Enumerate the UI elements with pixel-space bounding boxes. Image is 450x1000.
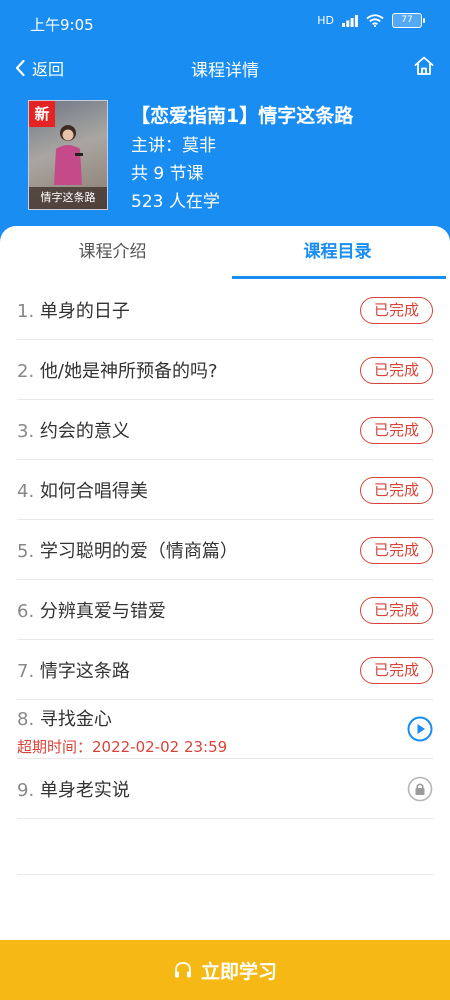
headphones-icon (174, 962, 191, 978)
content-card: 课程介绍 课程目录 1. 单身的日子 已完成 2. 他/她是神所预备的吗? 已完… (0, 226, 450, 1000)
start-learning-button[interactable]: 立即学习 (0, 940, 450, 1000)
lesson-name: 如何合唱得美 (39, 481, 148, 502)
status-icons: HD 77 (317, 13, 425, 28)
signal-icon (342, 14, 358, 27)
lesson-number: 3. (17, 421, 35, 442)
lesson-row[interactable]: 4. 如何合唱得美 已完成 (17, 460, 433, 520)
home-icon (414, 56, 434, 75)
lesson-row[interactable]: 5. 学习聪明的爱（情商篇） 已完成 (17, 520, 433, 580)
active-tab-indicator (232, 276, 446, 279)
completed-badge: 已完成 (360, 537, 433, 564)
lesson-number: 6. (17, 601, 35, 622)
tab-course-intro[interactable]: 课程介绍 (0, 226, 225, 280)
lesson-name: 约会的意义 (39, 421, 130, 442)
lesson-row[interactable]: 6. 分辨真爱与错爱 已完成 (17, 580, 433, 640)
lesson-row[interactable]: 9. 单身老实说 (17, 759, 433, 819)
lesson-number: 4. (17, 481, 35, 502)
lesson-name: 情字这条路 (39, 661, 130, 682)
lesson-number: 1. (17, 301, 35, 322)
cover-title: 情字这条路 (29, 187, 107, 209)
lesson-title: 3. 约会的意义 (17, 417, 130, 443)
lesson-row[interactable]: 8. 寻找金心 超期时间：2022-02-02 23:59 (17, 700, 433, 759)
nav-bar: 返回 课程详情 (0, 46, 450, 90)
lesson-number: 7. (17, 661, 35, 682)
list-end-divider (17, 874, 433, 875)
course-title: 【恋爱指南1】情字这条路 (131, 105, 354, 127)
course-cover-image: 新 情字这条路 (28, 100, 108, 210)
lesson-title: 5. 学习聪明的爱（情商篇） (17, 537, 238, 563)
lesson-number: 2. (17, 361, 35, 382)
lesson-title: 8. 寻找金心 (17, 705, 112, 731)
lesson-row[interactable]: 2. 他/她是神所预备的吗? 已完成 (17, 340, 433, 400)
play-icon[interactable] (407, 716, 433, 742)
lesson-row[interactable]: 7. 情字这条路 已完成 (17, 640, 433, 700)
completed-badge: 已完成 (360, 417, 433, 444)
course-lesson-count: 共 9 节课 (131, 164, 204, 184)
lesson-title: 7. 情字这条路 (17, 657, 130, 683)
lesson-name: 学习聪明的爱（情商篇） (39, 541, 238, 562)
completed-badge: 已完成 (360, 477, 433, 504)
lesson-number: 9. (17, 780, 35, 801)
course-header: 新 情字这条路 【恋爱指南1】情字这条路 主讲：莫非 共 9 节课 523 人在… (28, 100, 438, 215)
page-title: 课程详情 (191, 61, 259, 81)
status-time: 上午9:05 (30, 16, 94, 34)
course-lecturer: 主讲：莫非 (131, 136, 216, 156)
new-badge: 新 (29, 101, 55, 127)
lesson-number: 5. (17, 541, 35, 562)
battery-icon: 77 (392, 13, 425, 28)
home-button[interactable] (412, 54, 436, 78)
tab-course-catalog[interactable]: 课程目录 (225, 226, 450, 280)
lesson-name: 分辨真爱与错爱 (39, 601, 166, 622)
lesson-title: 6. 分辨真爱与错爱 (17, 597, 166, 623)
lesson-name: 单身的日子 (39, 301, 130, 322)
lesson-list: 1. 单身的日子 已完成 2. 他/她是神所预备的吗? 已完成 3. 约会的意义… (17, 280, 433, 819)
course-info: 【恋爱指南1】情字这条路 主讲：莫非 共 9 节课 523 人在学 (131, 100, 353, 216)
status-bar: 上午9:05 HD 77 (0, 0, 450, 46)
lesson-title: 4. 如何合唱得美 (17, 477, 148, 503)
course-learners: 523 人在学 (131, 192, 220, 212)
battery-level: 77 (401, 15, 413, 25)
completed-badge: 已完成 (360, 297, 433, 324)
lesson-name: 寻找金心 (39, 709, 112, 730)
lesson-name: 他/她是神所预备的吗? (39, 361, 218, 382)
speaker-figure-icon (54, 125, 83, 185)
completed-badge: 已完成 (360, 657, 433, 684)
completed-badge: 已完成 (360, 597, 433, 624)
lesson-title: 1. 单身的日子 (17, 297, 130, 323)
lesson-title: 9. 单身老实说 (17, 776, 130, 802)
start-learning-label: 立即学习 (200, 960, 277, 983)
lesson-row[interactable]: 1. 单身的日子 已完成 (17, 280, 433, 340)
lesson-row[interactable]: 3. 约会的意义 已完成 (17, 400, 433, 460)
completed-badge: 已完成 (360, 357, 433, 384)
lesson-number: 8. (17, 709, 35, 730)
lesson-title: 2. 他/她是神所预备的吗? (17, 357, 218, 383)
wifi-icon (366, 14, 384, 27)
lock-icon (407, 776, 433, 802)
lesson-name: 单身老实说 (39, 780, 130, 801)
tab-bar: 课程介绍 课程目录 (0, 226, 450, 280)
network-label: HD (317, 14, 334, 27)
lesson-deadline: 超期时间：2022-02-02 23:59 (17, 738, 228, 756)
